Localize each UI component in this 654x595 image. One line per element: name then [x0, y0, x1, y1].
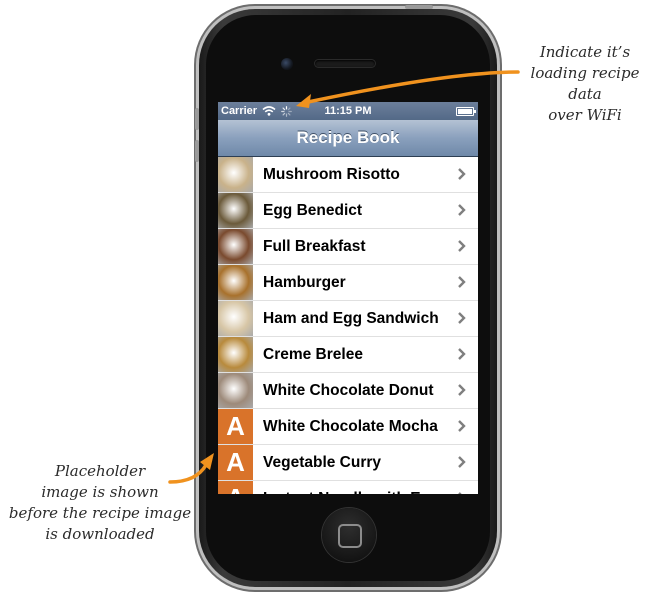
- recipe-name: Hamburger: [263, 273, 346, 291]
- chevron-right-icon: [458, 348, 466, 360]
- chevron-right-icon: [458, 276, 466, 288]
- recipe-row[interactable]: A Vegetable Curry: [218, 445, 478, 481]
- recipe-thumbnail: [218, 373, 253, 408]
- status-bar: Carrier 11:15 PM: [218, 102, 478, 120]
- recipe-name: Mushroom Risotto: [263, 165, 400, 183]
- recipe-name: Vegetable Curry: [263, 453, 382, 471]
- annotation-line: loading recipe: [530, 64, 640, 82]
- phone-screen: Carrier 11:15 PM Recipe Book Mushroom Ri…: [218, 102, 478, 494]
- annotation-line: image is shown: [41, 483, 159, 501]
- volume-down-button: [195, 140, 199, 162]
- recipe-row[interactable]: White Chocolate Donut: [218, 373, 478, 409]
- recipe-row[interactable]: Egg Benedict: [218, 193, 478, 229]
- recipe-list: Mushroom Risotto Egg Benedict Full Breakfa…: [218, 157, 478, 494]
- annotation-line: Placeholder: [54, 462, 146, 480]
- battery-icon: [456, 107, 476, 116]
- recipe-row[interactable]: A Instant Noodle with Egg: [218, 481, 478, 494]
- earpiece-speaker: [315, 60, 375, 67]
- recipe-thumbnail: [218, 337, 253, 372]
- recipe-name: Ham and Egg Sandwich: [263, 309, 439, 327]
- annotation-line: data: [568, 85, 602, 103]
- recipe-name: Creme Brelee: [263, 345, 363, 363]
- recipe-row[interactable]: Mushroom Risotto: [218, 157, 478, 193]
- page-title: Recipe Book: [296, 128, 400, 147]
- chevron-right-icon: [458, 384, 466, 396]
- recipe-name: White Chocolate Mocha: [263, 417, 438, 435]
- annotation-line: Indicate it’s: [539, 43, 631, 61]
- chevron-right-icon: [458, 240, 466, 252]
- recipe-name: White Chocolate Donut: [263, 381, 434, 399]
- placeholder-thumbnail: A: [218, 409, 253, 444]
- chevron-right-icon: [458, 420, 466, 432]
- annotation-loading-indicator: Indicate it’s loading recipe data over W…: [520, 42, 650, 126]
- annotation-line: over WiFi: [548, 106, 622, 124]
- volume-up-button: [195, 108, 199, 130]
- chevron-right-icon: [458, 168, 466, 180]
- annotation-line: before the recipe image: [8, 504, 192, 522]
- power-button: [405, 5, 433, 9]
- recipe-row[interactable]: A White Chocolate Mocha: [218, 409, 478, 445]
- front-camera: [281, 58, 293, 70]
- placeholder-thumbnail: A: [218, 481, 253, 494]
- recipe-thumbnail: [218, 193, 253, 228]
- recipe-thumbnail: [218, 301, 253, 336]
- navigation-bar: Recipe Book: [218, 120, 478, 157]
- recipe-thumbnail: [218, 157, 253, 192]
- recipe-name: Egg Benedict: [263, 201, 363, 219]
- annotation-line: is downloaded: [45, 525, 155, 543]
- recipe-name: Instant Noodle with Egg: [263, 490, 440, 495]
- home-button[interactable]: [322, 508, 376, 562]
- recipe-row[interactable]: Ham and Egg Sandwich: [218, 301, 478, 337]
- recipe-row[interactable]: Creme Brelee: [218, 337, 478, 373]
- recipe-thumbnail: [218, 265, 253, 300]
- placeholder-thumbnail: A: [218, 445, 253, 480]
- chevron-right-icon: [458, 204, 466, 216]
- chevron-right-icon: [458, 492, 462, 494]
- chevron-right-icon: [458, 456, 466, 468]
- annotation-placeholder-image: Placeholder image is shown before the re…: [0, 461, 200, 545]
- recipe-name: Full Breakfast: [263, 237, 366, 255]
- status-time: 11:15 PM: [324, 105, 372, 117]
- recipe-row[interactable]: Full Breakfast: [218, 229, 478, 265]
- recipe-row[interactable]: Hamburger: [218, 265, 478, 301]
- recipe-thumbnail: [218, 229, 253, 264]
- chevron-right-icon: [458, 312, 466, 324]
- home-square-icon: [338, 524, 362, 548]
